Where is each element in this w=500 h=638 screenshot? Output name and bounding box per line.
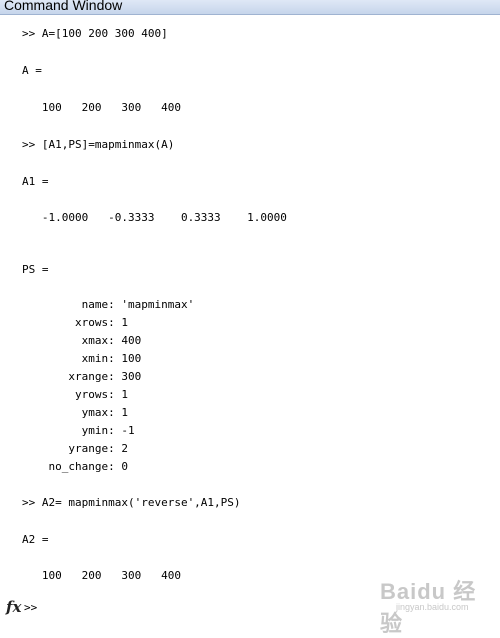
console-line-a-label: A =	[22, 64, 42, 77]
console-line-ps-xmin: xmin: 100	[22, 352, 142, 365]
window-title: Command Window	[4, 0, 123, 13]
console-line-ps-ymax: ymax: 1	[22, 406, 128, 419]
console-line-ps-xrows: xrows: 1	[22, 316, 128, 329]
command-window-console[interactable]: >> A=[100 200 300 400] A = 100 200 300 4…	[0, 15, 500, 624]
command-prompt[interactable]: >>	[24, 601, 37, 614]
console-line-a2-label: A2 =	[22, 533, 49, 546]
console-line-a-values: 100 200 300 400	[22, 101, 181, 114]
console-line-ps-no-change: no_change: 0	[22, 460, 128, 473]
console-line-command-a: >> A=[100 200 300 400]	[22, 27, 168, 40]
console-line-a1-label: A1 =	[22, 175, 49, 188]
console-line-ps-name: name: 'mapminmax'	[22, 298, 195, 311]
console-line-ps-yrows: yrows: 1	[22, 388, 128, 401]
console-line-ps-label: PS =	[22, 263, 49, 276]
console-line-ps-ymin: ymin: -1	[22, 424, 135, 437]
watermark-url: jingyan.baidu.com	[396, 602, 469, 612]
console-line-command-reverse: >> A2= mapminmax('reverse',A1,PS)	[22, 496, 241, 509]
console-line-a1-values: -1.0000 -0.3333 0.3333 1.0000	[22, 211, 287, 224]
console-line-a2-values: 100 200 300 400	[22, 569, 181, 582]
console-line-command-mapminmax: >> [A1,PS]=mapminmax(A)	[22, 138, 175, 151]
watermark-logo: Baidu 经验 jingyan.baidu.com	[360, 568, 496, 636]
console-line-ps-xmax: xmax: 400	[22, 334, 142, 347]
console-line-ps-xrange: xrange: 300	[22, 370, 142, 383]
command-window-titlebar: Command Window	[0, 0, 500, 15]
function-browser-icon[interactable]: fx	[6, 598, 21, 616]
console-line-ps-yrange: yrange: 2	[22, 442, 128, 455]
